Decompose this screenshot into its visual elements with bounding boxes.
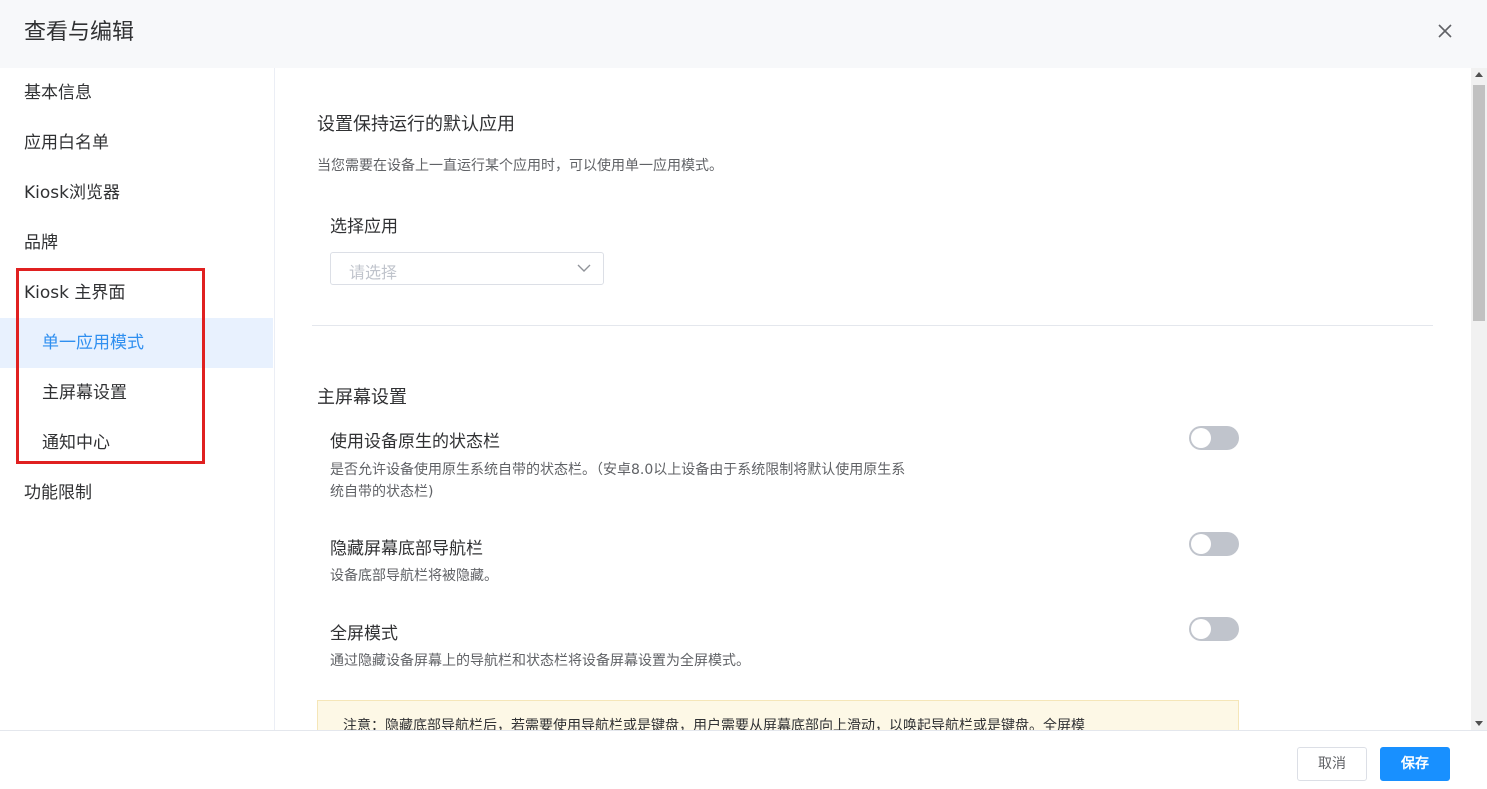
- section-divider: [312, 325, 1433, 326]
- sidebar-item-home-screen-settings[interactable]: 主屏幕设置: [0, 368, 273, 418]
- home-screen-title: 主屏幕设置: [317, 387, 407, 408]
- single-app-description: 当您需要在设备上一直运行某个应用时，可以使用单一应用模式。: [317, 158, 723, 174]
- notice-text: 注意：隐藏底部导航栏后，若需要使用导航栏或是键盘，用户需要从屏幕底部向上滑动，以…: [343, 718, 1085, 730]
- scroll-up-arrow-icon[interactable]: [1471, 68, 1487, 82]
- sidebar-item-single-app-mode[interactable]: 单一应用模式: [0, 318, 273, 368]
- dialog-title: 查看与编辑: [24, 20, 135, 45]
- sidebar-item-basic-info[interactable]: 基本信息: [0, 68, 273, 118]
- fullscreen-mode-toggle[interactable]: [1189, 617, 1239, 641]
- notice-box: 注意：隐藏底部导航栏后，若需要使用导航栏或是键盘，用户需要从屏幕底部向上滑动，以…: [317, 700, 1239, 730]
- sidebar-item-notification-center[interactable]: 通知中心: [0, 418, 273, 468]
- toggle-knob: [1191, 428, 1211, 448]
- fullscreen-mode-desc: 通过隐藏设备屏幕上的导航栏和状态栏将设备屏幕设置为全屏模式。: [330, 653, 750, 669]
- select-app-label: 选择应用: [330, 217, 398, 237]
- main-content: 设置保持运行的默认应用 当您需要在设备上一直运行某个应用时，可以使用单一应用模式…: [275, 68, 1471, 730]
- sidebar-item-kiosk-browser[interactable]: Kiosk浏览器: [0, 168, 273, 218]
- hide-nav-bar-toggle[interactable]: [1189, 532, 1239, 556]
- cancel-button[interactable]: 取消: [1297, 747, 1367, 781]
- toggle-knob: [1191, 534, 1211, 554]
- sidebar-item-kiosk-home[interactable]: Kiosk 主界面: [0, 268, 273, 318]
- native-status-bar-desc-cont: 统自带的状态栏): [330, 484, 434, 500]
- native-status-bar-label: 使用设备原生的状态栏: [330, 432, 500, 452]
- dialog-header: 查看与编辑: [0, 0, 1487, 68]
- scrollbar-thumb[interactable]: [1473, 85, 1485, 321]
- save-button[interactable]: 保存: [1380, 747, 1450, 781]
- dialog-footer: 取消 保存: [0, 730, 1487, 789]
- fullscreen-mode-label: 全屏模式: [330, 624, 398, 644]
- sidebar-item-app-whitelist[interactable]: 应用白名单: [0, 118, 273, 168]
- native-status-bar-desc: 是否允许设备使用原生系统自带的状态栏。（安卓8.0以上设备由于系统限制将默认使用…: [330, 462, 906, 478]
- scroll-down-arrow-icon[interactable]: [1471, 716, 1487, 730]
- close-icon[interactable]: [1434, 20, 1456, 42]
- chevron-down-icon: [577, 264, 591, 272]
- native-status-bar-toggle[interactable]: [1189, 426, 1239, 450]
- sidebar-item-brand[interactable]: 品牌: [0, 218, 273, 268]
- hide-nav-bar-label: 隐藏屏幕底部导航栏: [330, 539, 483, 559]
- toggle-knob: [1191, 619, 1211, 639]
- select-app-placeholder: 请选择: [349, 263, 398, 282]
- sidebar-item-feature-restrictions[interactable]: 功能限制: [0, 468, 273, 518]
- sidebar: 基本信息 应用白名单 Kiosk浏览器 品牌 Kiosk 主界面 单一应用模式 …: [0, 68, 275, 730]
- single-app-title: 设置保持运行的默认应用: [317, 114, 515, 135]
- scrollbar[interactable]: [1471, 68, 1487, 730]
- hide-nav-bar-desc: 设备底部导航栏将被隐藏。: [330, 568, 498, 584]
- select-app-dropdown[interactable]: 请选择: [330, 252, 604, 285]
